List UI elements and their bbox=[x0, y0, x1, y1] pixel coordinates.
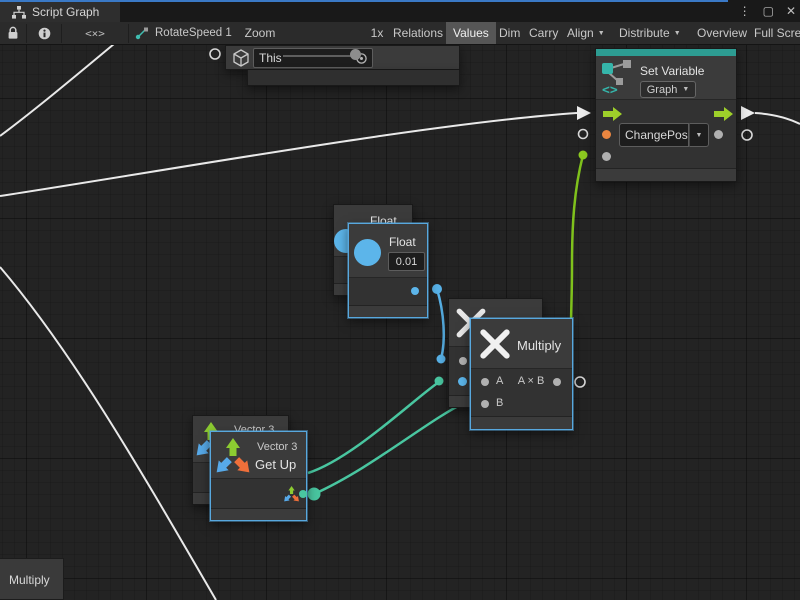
port-variable-name[interactable] bbox=[602, 130, 611, 139]
button-distribute[interactable]: Distribute ▼ bbox=[612, 22, 688, 44]
graph-breadcrumb-icon bbox=[135, 26, 149, 40]
tab-strip: Script Graph ⋮ ▢ ✕ bbox=[0, 0, 800, 22]
window-controls: ⋮ ▢ ✕ bbox=[739, 2, 796, 20]
multiply-header: Multiply bbox=[471, 319, 572, 369]
maximize-icon[interactable]: ▢ bbox=[763, 4, 774, 18]
button-align[interactable]: Align ▼ bbox=[560, 22, 612, 44]
multiply-footer bbox=[471, 416, 572, 429]
flow-out-arrow-icon[interactable] bbox=[714, 106, 734, 122]
info-button[interactable] bbox=[27, 22, 61, 44]
chevron-down-icon: ▼ bbox=[682, 86, 689, 93]
port-float-output[interactable] bbox=[411, 287, 419, 295]
port-output-value[interactable] bbox=[714, 130, 723, 139]
flow-in-arrow-icon[interactable] bbox=[603, 106, 623, 122]
more-menu-icon[interactable]: ⋮ bbox=[739, 4, 751, 18]
multiply-corner-title: Multiply bbox=[9, 573, 50, 587]
set-variable-body: ChangePos ▼ bbox=[596, 100, 736, 169]
breadcrumb-label: RotateSpeed 1 bbox=[155, 27, 232, 39]
label-a: A bbox=[496, 375, 503, 387]
graph-toolbar: <×> RotateSpeed 1 Zoom 1x Relations Valu… bbox=[0, 22, 800, 45]
get-up-type: Vector 3 bbox=[257, 441, 297, 453]
float-header: Float 0.01 bbox=[349, 224, 427, 278]
float-footer bbox=[349, 305, 427, 317]
lock-button[interactable] bbox=[0, 22, 26, 44]
float-title: Float bbox=[389, 235, 416, 249]
float-body bbox=[349, 278, 427, 307]
multiply-body: A A × B B bbox=[471, 369, 572, 418]
gameobject-cube-icon bbox=[232, 49, 250, 67]
float-icon bbox=[354, 239, 381, 266]
info-icon bbox=[38, 27, 51, 40]
button-carry[interactable]: Carry bbox=[522, 22, 565, 44]
button-relations[interactable]: Relations bbox=[386, 22, 450, 44]
multiply-title: Multiply bbox=[517, 338, 561, 353]
node-this-body[interactable] bbox=[247, 70, 460, 86]
zoom-slider-handle[interactable] bbox=[350, 49, 361, 60]
node-get-up[interactable]: Vector 3 Get Up bbox=[210, 431, 307, 521]
set-variable-footer bbox=[596, 168, 736, 181]
node-set-variable[interactable]: <> Set Variable Graph ▼ ChangePos ▼ bbox=[595, 48, 737, 182]
button-values[interactable]: Values bbox=[446, 22, 496, 44]
script-graph-icon bbox=[12, 6, 26, 19]
multiply-icon bbox=[479, 328, 511, 360]
set-variable-title: Set Variable bbox=[640, 64, 704, 78]
lock-icon bbox=[7, 26, 19, 40]
variable-accent-bar bbox=[596, 49, 736, 56]
label-a-times-b: A × B bbox=[509, 375, 553, 387]
node-this-header[interactable]: This bbox=[225, 45, 460, 70]
port-vector3-output[interactable] bbox=[299, 490, 307, 498]
get-up-body bbox=[211, 479, 306, 510]
chevron-down-icon: ▼ bbox=[598, 30, 605, 37]
label-b: B bbox=[496, 397, 503, 409]
code-view-button[interactable]: <×> bbox=[62, 22, 128, 44]
chevron-down-icon: ▼ bbox=[674, 30, 681, 37]
port-input-value[interactable] bbox=[602, 152, 611, 161]
variable-name-dropdown[interactable]: ChangePos bbox=[619, 123, 689, 147]
float-value-field[interactable]: 0.01 bbox=[388, 252, 425, 271]
variable-name-caret-button[interactable]: ▼ bbox=[689, 123, 709, 147]
port-axb-output[interactable] bbox=[553, 378, 561, 386]
node-multiply-corner[interactable]: Multiply bbox=[0, 558, 64, 600]
get-up-header: Vector 3 Get Up bbox=[211, 432, 306, 479]
close-icon[interactable]: ✕ bbox=[786, 4, 796, 18]
chevron-down-icon: ▼ bbox=[696, 132, 703, 139]
port-back-a[interactable] bbox=[459, 357, 467, 365]
node-multiply[interactable]: Multiply A A × B B bbox=[470, 318, 573, 430]
svg-text:<>: <> bbox=[602, 83, 618, 96]
port-b[interactable] bbox=[481, 400, 489, 408]
get-up-title: Get Up bbox=[255, 457, 296, 472]
set-variable-header: <> Set Variable Graph ▼ bbox=[596, 56, 736, 100]
port-a[interactable] bbox=[481, 378, 489, 386]
this-field-value: This bbox=[259, 51, 282, 65]
set-variable-icon: <> bbox=[601, 60, 635, 96]
tab-script-graph[interactable]: Script Graph bbox=[0, 2, 120, 22]
get-up-footer bbox=[211, 508, 306, 520]
breadcrumb[interactable]: RotateSpeed 1 bbox=[132, 22, 242, 44]
variable-scope-dropdown[interactable]: Graph ▼ bbox=[640, 81, 696, 98]
tab-label: Script Graph bbox=[32, 5, 99, 19]
vector3-icon bbox=[214, 436, 254, 478]
zoom-label: Zoom bbox=[240, 22, 280, 44]
node-float[interactable]: Float 0.01 bbox=[348, 223, 428, 318]
zoom-value: 1x bbox=[366, 22, 388, 44]
button-full-screen[interactable]: Full Screen bbox=[747, 22, 800, 44]
button-overview[interactable]: Overview bbox=[690, 22, 754, 44]
unity-script-graph-window: This <> Set Variable Graph ▼ bbox=[0, 0, 800, 600]
zoom-slider-track[interactable] bbox=[283, 55, 357, 57]
port-back-b[interactable] bbox=[458, 377, 467, 386]
